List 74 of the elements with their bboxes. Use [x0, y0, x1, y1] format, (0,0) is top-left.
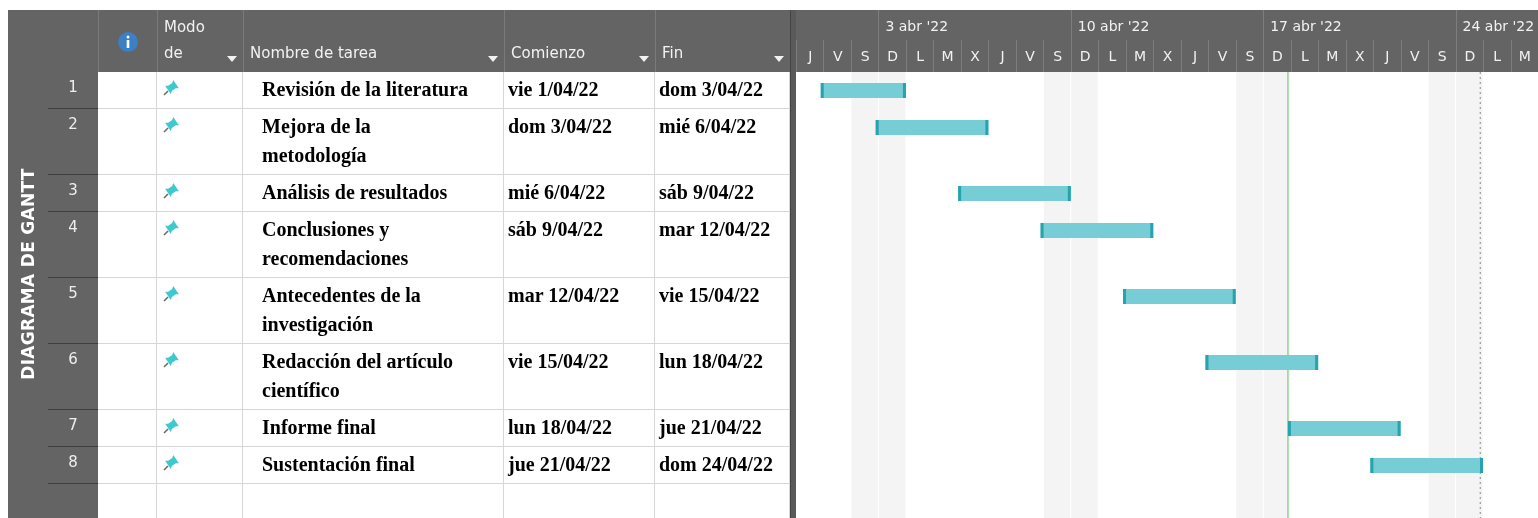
dropdown-caret-icon[interactable]	[488, 56, 498, 62]
day-label: V	[1208, 40, 1236, 72]
row-number[interactable]: 3	[48, 175, 98, 212]
start-date-cell: vie 1/04/22	[504, 72, 655, 109]
task-name: Antecedentes de la investigación	[261, 283, 422, 338]
dropdown-caret-icon[interactable]	[227, 56, 237, 62]
start-date-cell: mar 12/04/22	[504, 278, 655, 344]
task-name: Mejora de la metodología	[261, 114, 372, 169]
day-label: X	[1345, 40, 1374, 72]
view-label: DIAGRAMA DE GANTT	[18, 168, 38, 380]
column-header[interactable]: Comienzo	[504, 10, 655, 72]
task-name: Redacción del artículo científico	[261, 349, 455, 403]
row-number[interactable]: 1	[48, 72, 98, 109]
pushpin-icon	[163, 284, 181, 302]
pushpin-icon	[163, 181, 181, 199]
pushpin-icon	[163, 218, 181, 236]
day-label: J	[1373, 40, 1401, 72]
task-bar[interactable]	[958, 186, 1071, 201]
split-bar[interactable]	[790, 10, 796, 518]
task-bar[interactable]	[1287, 421, 1401, 436]
day-label: L	[905, 40, 934, 72]
day-label: V	[1400, 40, 1429, 72]
task-bar[interactable]	[1370, 458, 1484, 473]
start-date-cell: vie 15/04/22	[504, 344, 655, 410]
start-date-cell: lun 18/04/22	[504, 410, 655, 447]
day-label: M	[1510, 40, 1538, 72]
task-bar[interactable]	[875, 120, 989, 135]
task-bar[interactable]	[1123, 289, 1236, 304]
task-bar[interactable]	[1040, 223, 1154, 238]
day-label: V	[823, 40, 851, 72]
start-date-cell: dom 3/04/22	[504, 109, 655, 175]
week-label: 3 abr '22	[878, 10, 1071, 40]
week-label: 24 abr '22	[1455, 10, 1538, 40]
task-name: Análisis de resultados	[261, 180, 449, 205]
pushpin-icon	[163, 78, 181, 96]
pushpin-icon	[163, 453, 181, 471]
day-label: X	[1153, 40, 1181, 72]
dropdown-caret-icon[interactable]	[774, 56, 784, 62]
task-name: Conclusiones y recomendaciones	[261, 217, 410, 271]
pushpin-icon	[163, 416, 181, 434]
day-label: M	[933, 40, 961, 72]
row-number[interactable]: 6	[48, 344, 98, 410]
task-name: Informe final	[261, 415, 377, 440]
day-label: M	[1125, 40, 1154, 72]
start-date-cell: mié 6/04/22	[504, 175, 655, 212]
task-name: Revisión de la literatura	[261, 77, 470, 102]
row-number[interactable]: 4	[48, 212, 98, 278]
day-label: V	[1015, 40, 1044, 72]
day-label: J	[796, 40, 824, 72]
task-bar[interactable]	[1205, 355, 1319, 370]
day-label: L	[1290, 40, 1319, 72]
day-label: J	[1180, 40, 1209, 72]
day-label: M	[1318, 40, 1346, 72]
day-label: L	[1483, 40, 1511, 72]
dropdown-caret-icon[interactable]	[639, 56, 649, 62]
week-label: 17 abr '22	[1263, 10, 1456, 40]
task-name: Sustentación final	[261, 452, 416, 477]
day-label: J	[988, 40, 1016, 72]
task-bar[interactable]	[820, 83, 906, 98]
row-number[interactable]: 7	[48, 410, 98, 447]
day-label: L	[1098, 40, 1126, 72]
info-column-header[interactable]	[98, 10, 157, 72]
row-number[interactable]: 2	[48, 109, 98, 175]
column-header[interactable]: Nombre de tarea	[243, 10, 504, 72]
day-label: X	[960, 40, 989, 72]
info-icon	[118, 32, 138, 52]
pushpin-icon	[163, 115, 181, 133]
column-header[interactable]: Modo de	[157, 10, 243, 72]
week-label: 10 abr '22	[1070, 10, 1264, 40]
column-header[interactable]: Fin	[655, 10, 790, 72]
start-date-cell: sáb 9/04/22	[504, 212, 655, 278]
row-number[interactable]: 8	[48, 447, 98, 484]
pushpin-icon	[163, 350, 181, 368]
row-number[interactable]: 5	[48, 278, 98, 344]
